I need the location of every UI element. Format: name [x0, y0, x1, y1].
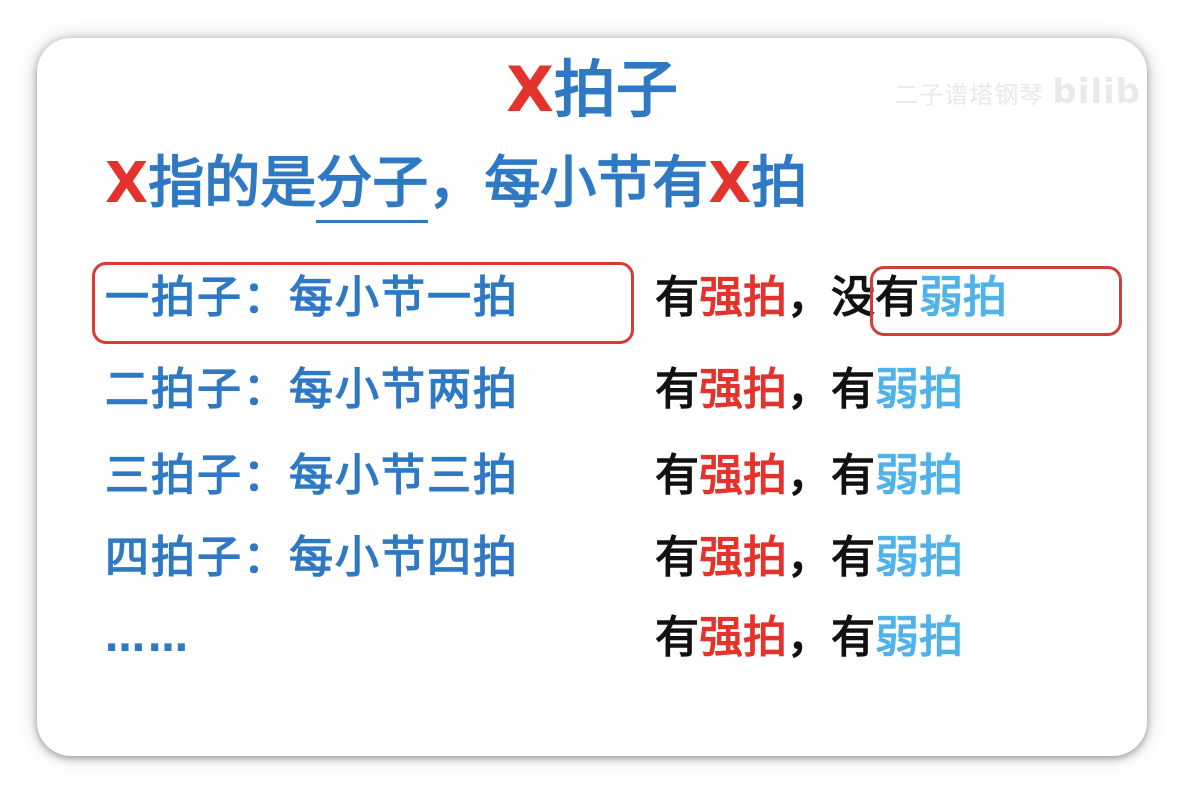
page-title: X拍子 — [37, 52, 1147, 128]
row-right-text: 有强拍，有弱拍 — [655, 360, 963, 420]
weak-beat: 弱拍 — [875, 364, 963, 415]
have-text-2: 有 — [831, 364, 875, 415]
beat-row-3: 三拍子：每小节三拍 有强拍，有弱拍 — [37, 446, 1147, 506]
title-text: 拍子 — [553, 53, 678, 126]
strong-beat: 强拍 — [699, 532, 787, 583]
have-text-2: 有 — [831, 612, 875, 663]
slide-card: 二子谱塔钢琴 bilib X拍子 X指的是分子，每小节有X拍 一拍子：每小节一拍 … — [37, 38, 1147, 756]
beat-row-4: 四拍子：每小节四拍 有强拍，有弱拍 — [37, 528, 1147, 588]
beat-row-1: 一拍子：每小节一拍 有强拍，没有弱拍 — [37, 268, 1147, 328]
comma: ， — [787, 532, 831, 583]
comma: ， — [787, 364, 831, 415]
have-text-2: 有 — [831, 450, 875, 501]
row-right-text: 有强拍，没有弱拍 — [655, 268, 1007, 328]
def-text-3: 拍 — [751, 151, 808, 216]
def-x-2: X — [708, 151, 752, 216]
have-text-2: 没有 — [831, 272, 919, 323]
strong-beat: 强拍 — [699, 612, 787, 663]
have-text: 有 — [655, 272, 699, 323]
have-text-2: 有 — [831, 532, 875, 583]
comma: ， — [787, 450, 831, 501]
beat-row-2: 二拍子：每小节两拍 有强拍，有弱拍 — [37, 360, 1147, 420]
title-x: X — [506, 53, 554, 126]
row-left-text: 四拍子：每小节四拍 — [105, 532, 519, 583]
def-x: X — [105, 151, 149, 216]
definition-line: X指的是分子，每小节有X拍 — [105, 146, 808, 223]
weak-beat: 弱拍 — [919, 272, 1007, 323]
row-left-text: 一拍子：每小节一拍 — [105, 272, 519, 323]
row-right-text: 有强拍，有弱拍 — [655, 528, 963, 588]
ellipsis: …… — [105, 615, 191, 661]
comma: ， — [787, 612, 831, 663]
beat-row-5: …… 有强拍，有弱拍 — [37, 608, 1147, 668]
row-right-text: 有强拍，有弱拍 — [655, 446, 963, 506]
have-text: 有 — [655, 364, 699, 415]
row-left-text: 二拍子：每小节两拍 — [105, 364, 519, 415]
strong-beat: 强拍 — [699, 272, 787, 323]
def-text-1: 指的是 — [148, 151, 317, 216]
have-text: 有 — [655, 450, 699, 501]
have-text: 有 — [655, 532, 699, 583]
strong-beat: 强拍 — [699, 450, 787, 501]
row-left-text: 三拍子：每小节三拍 — [105, 450, 519, 501]
weak-beat: 弱拍 — [875, 450, 963, 501]
strong-beat: 强拍 — [699, 364, 787, 415]
def-underlined: 分子 — [316, 151, 429, 223]
row-right-text: 有强拍，有弱拍 — [655, 608, 963, 668]
have-text: 有 — [655, 612, 699, 663]
def-text-2: ，每小节有 — [428, 151, 709, 216]
weak-beat: 弱拍 — [875, 612, 963, 663]
weak-beat: 弱拍 — [875, 532, 963, 583]
comma: ， — [787, 272, 831, 323]
